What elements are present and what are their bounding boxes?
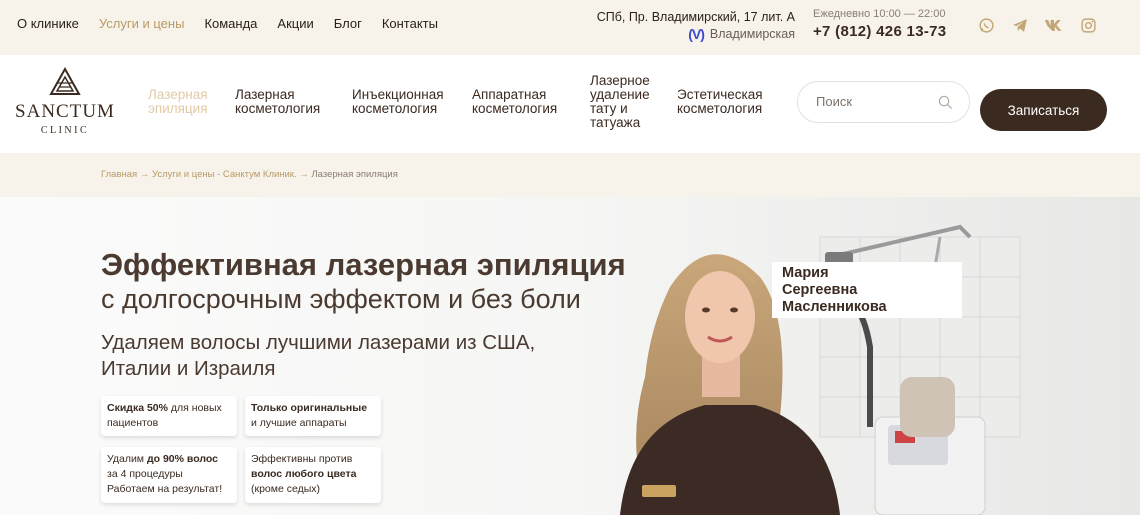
- breadcrumb-separator: →: [139, 169, 150, 180]
- vk-icon[interactable]: [1043, 14, 1065, 36]
- breadcrumb-current: Лазерная эпиляция: [311, 169, 398, 180]
- top-nav-team[interactable]: Команда: [204, 16, 257, 31]
- benefit-card-devices: Только оригинальные и лучшие аппараты: [245, 396, 381, 436]
- menu-laser-epilation[interactable]: Лазерная эпиляция: [148, 88, 218, 116]
- menu-injection-cosmetology[interactable]: Инъекционная косметология: [352, 88, 462, 116]
- social-links: [975, 14, 1099, 36]
- search-input[interactable]: [816, 94, 936, 109]
- book-appointment-button[interactable]: Записаться: [980, 89, 1107, 131]
- hero-title: Эффективная лазерная эпиляция: [101, 247, 626, 282]
- benefit-card-hair-color: Эффективны против волос любого цвета (кро…: [245, 447, 381, 503]
- clinic-address[interactable]: СПб, Пр. Владимирский, 17 лит. А: [597, 9, 795, 26]
- whatsapp-icon[interactable]: [975, 14, 997, 36]
- menu-aesthetic-cosmetology[interactable]: Эстетическая косметология: [677, 88, 777, 116]
- doctor-last-name: Масленникова: [782, 299, 887, 315]
- metro-icon: (V): [688, 26, 705, 42]
- benefit-text: Удалим: [107, 453, 147, 465]
- main-header: SANCTUM CLINIC Лазерная эпиляция Лазерна…: [0, 55, 1140, 153]
- top-nav-services[interactable]: Услуги и цены: [99, 16, 185, 31]
- clinic-address-block: СПб, Пр. Владимирский, 17 лит. А (V) Вла…: [597, 9, 795, 43]
- doctor-name-label: Мария Сергеевна Масленникова: [772, 262, 962, 318]
- top-nav-about[interactable]: О клинике: [17, 16, 79, 31]
- benefit-card-result: Удалим до 90% волос за 4 процедуры Работа…: [101, 447, 237, 503]
- hero-lead-line2: Италии и Израиля: [101, 357, 276, 380]
- benefit-bold: Только оригинальные: [251, 402, 368, 414]
- benefit-card-discount: Скидка 50% для новых пациентов: [101, 396, 237, 436]
- clinic-logo[interactable]: SANCTUM CLINIC: [15, 67, 115, 136]
- logo-brand: SANCTUM: [15, 101, 115, 122]
- hero-section: Эффективная лазерная эпиляция с долгосро…: [0, 197, 1140, 515]
- top-bar: О клинике Услуги и цены Команда Акции Бл…: [0, 0, 1140, 55]
- telegram-icon[interactable]: [1009, 14, 1031, 36]
- search-icon[interactable]: [938, 95, 953, 115]
- menu-laser-cosmetology[interactable]: Лазерная косметология: [235, 88, 335, 116]
- metro-name: Владимирская: [709, 27, 795, 41]
- top-nav: О клинике Услуги и цены Команда Акции Бл…: [17, 16, 458, 31]
- hero-lead: Удаляем волосы лучшими лазерами из США, …: [101, 330, 535, 382]
- logo-triangle-icon: [49, 67, 81, 95]
- phone-link[interactable]: +7 (812) 426 13-73: [813, 23, 946, 40]
- breadcrumb-home[interactable]: Главная: [101, 169, 137, 180]
- search-box: [797, 81, 970, 123]
- benefit-text: за 4 процедуры Работаем на результат!: [107, 468, 223, 495]
- doctor-first-name: Мария: [782, 265, 829, 281]
- top-nav-promo[interactable]: Акции: [277, 16, 313, 31]
- benefit-text: (кроме седых): [251, 483, 321, 495]
- doctor-patronymic: Сергеевна: [782, 282, 858, 298]
- hero-photo: [560, 197, 1140, 515]
- logo-subtitle: CLINIC: [40, 125, 90, 136]
- benefit-bold: до 90% волос: [146, 453, 218, 465]
- menu-tattoo-removal[interactable]: Лазерное удаление тату и татуажа: [590, 74, 665, 130]
- instagram-icon[interactable]: [1077, 14, 1099, 36]
- benefit-bold: Скидка 50%: [107, 402, 168, 414]
- breadcrumb-services[interactable]: Услуги и цены - Санктум Клиник.: [152, 169, 297, 180]
- metro-station: (V) Владимирская: [597, 26, 795, 43]
- top-nav-contacts[interactable]: Контакты: [382, 16, 438, 31]
- menu-hardware-cosmetology[interactable]: Аппаратная косметология: [472, 88, 577, 116]
- breadcrumb: Главная → Услуги и цены - Санктум Клиник…: [0, 153, 1140, 197]
- hero-lead-line1: Удаляем волосы лучшими лазерами из США,: [101, 331, 536, 354]
- working-hours: Ежедневно 10:00 — 22:00: [813, 8, 946, 20]
- benefit-bold: волос любого цвета: [251, 468, 357, 480]
- top-nav-blog[interactable]: Блог: [334, 16, 362, 31]
- breadcrumb-separator: →: [299, 169, 309, 180]
- benefit-text: и лучшие аппараты: [251, 417, 347, 429]
- hero-subtitle: с долгосрочным эффектом и без боли: [101, 284, 581, 314]
- benefit-text: Эффективны против: [251, 453, 353, 465]
